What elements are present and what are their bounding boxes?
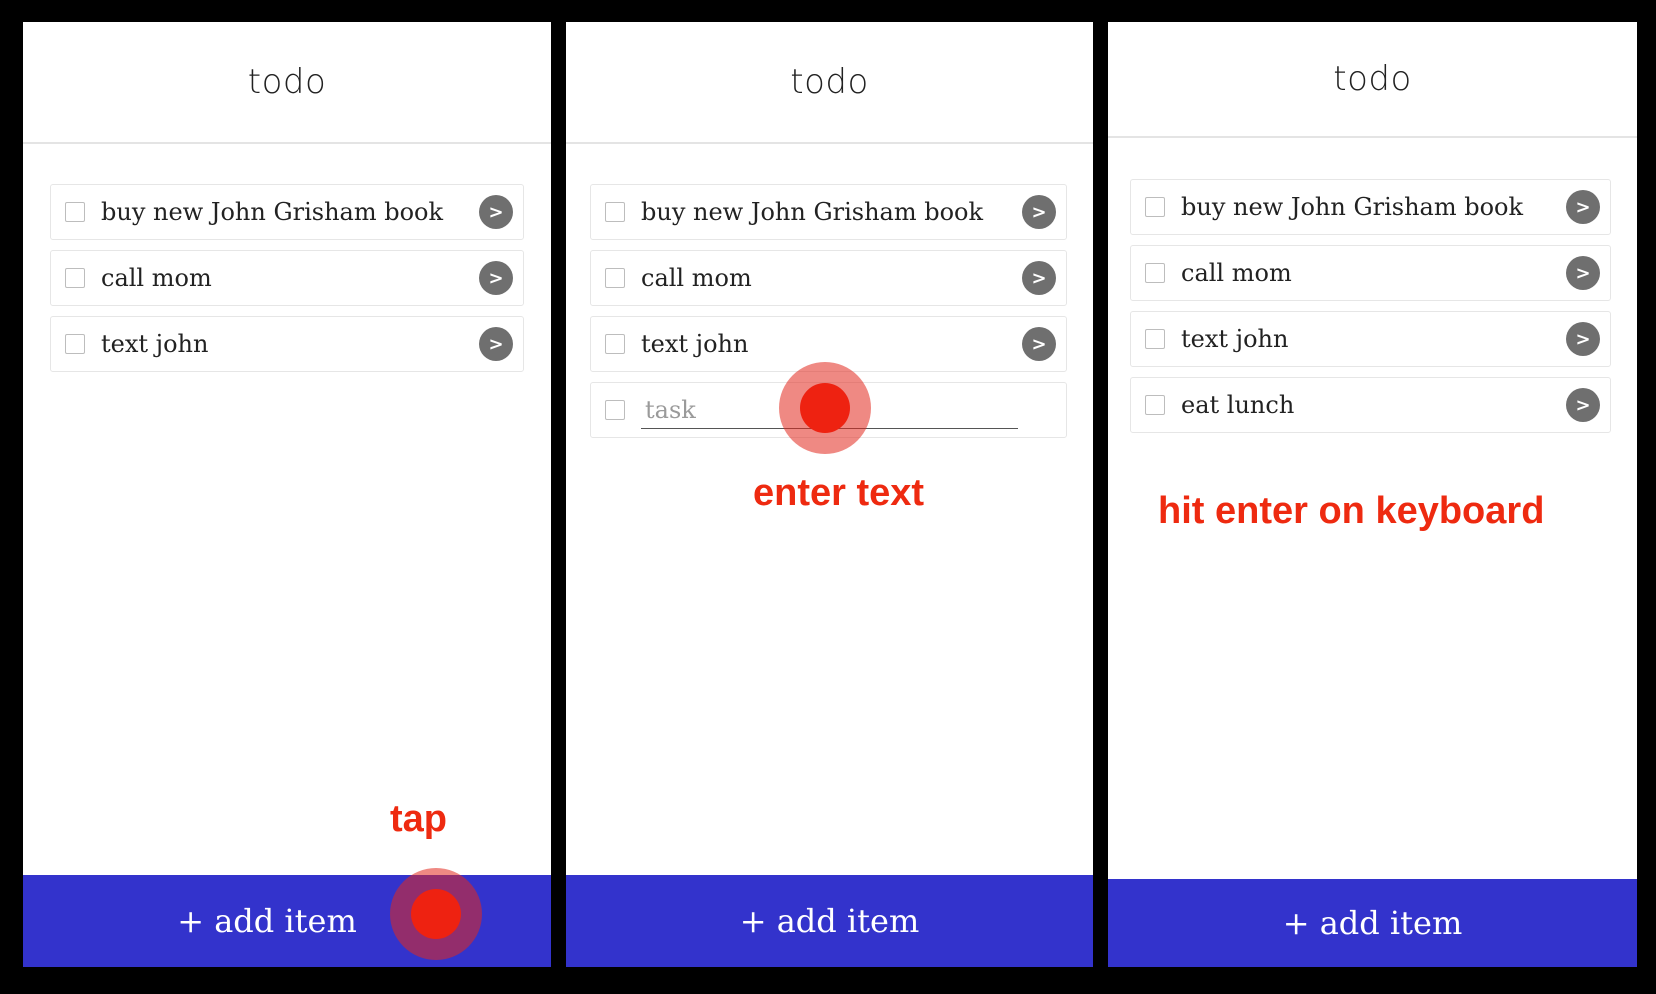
tap-indicator-core <box>411 889 461 939</box>
chevron-right-icon[interactable]: > <box>479 261 513 295</box>
todo-list: buy new John Grisham book > call mom > t… <box>1130 179 1611 443</box>
app-title: todo <box>790 62 869 102</box>
todo-list: buy new John Grisham book > call mom > t… <box>50 184 524 382</box>
item-label: eat lunch <box>1181 391 1295 419</box>
app-header: todo <box>566 22 1093 144</box>
tap-annotation: tap <box>390 798 447 840</box>
item-label: call mom <box>1181 259 1292 287</box>
item-label: buy new John Grisham book <box>641 198 984 226</box>
checkbox-icon[interactable] <box>1145 263 1165 283</box>
list-item[interactable]: buy new John Grisham book > <box>1130 179 1611 235</box>
checkbox-icon[interactable] <box>1145 395 1165 415</box>
checkbox-icon[interactable] <box>605 334 625 354</box>
list-item[interactable]: eat lunch > <box>1130 377 1611 433</box>
chevron-right-icon[interactable]: > <box>1566 190 1600 224</box>
tap-indicator-icon <box>779 362 871 454</box>
add-item-label: + add item <box>739 902 920 940</box>
todo-screen-1: todo buy new John Grisham book > call mo… <box>23 22 551 967</box>
chevron-right-icon[interactable]: > <box>479 195 513 229</box>
chevron-right-icon[interactable]: > <box>479 327 513 361</box>
list-item[interactable]: text john > <box>1130 311 1611 367</box>
list-item[interactable]: call mom > <box>50 250 524 306</box>
item-label: text john <box>641 330 749 358</box>
add-item-label: + add item <box>177 902 357 940</box>
list-item[interactable]: buy new John Grisham book > <box>590 184 1067 240</box>
item-label: call mom <box>101 264 212 292</box>
app-title: todo <box>247 62 327 102</box>
tutorial-stage: todo buy new John Grisham book > call mo… <box>0 0 1656 994</box>
add-item-button[interactable]: + add item <box>1108 879 1637 967</box>
chevron-right-icon[interactable]: > <box>1566 388 1600 422</box>
checkbox-icon[interactable] <box>605 400 625 420</box>
item-label: buy new John Grisham book <box>1181 193 1524 221</box>
app-title: todo <box>1333 59 1412 99</box>
list-item[interactable]: call mom > <box>590 250 1067 306</box>
chevron-right-icon[interactable]: > <box>1022 327 1056 361</box>
item-label: text john <box>101 330 209 358</box>
tap-indicator-icon <box>390 868 482 960</box>
checkbox-icon[interactable] <box>65 334 85 354</box>
add-item-button[interactable]: + add item <box>566 875 1093 967</box>
item-label: text john <box>1181 325 1289 353</box>
item-label: call mom <box>641 264 752 292</box>
item-label: buy new John Grisham book <box>101 198 444 226</box>
hit-enter-annotation: hit enter on keyboard <box>1158 490 1545 532</box>
list-item[interactable]: call mom > <box>1130 245 1611 301</box>
chevron-right-icon[interactable]: > <box>1022 195 1056 229</box>
tap-indicator-core <box>800 383 850 433</box>
checkbox-icon[interactable] <box>65 268 85 288</box>
enter-text-annotation: enter text <box>753 472 925 514</box>
list-item[interactable]: text john > <box>50 316 524 372</box>
list-item[interactable]: buy new John Grisham book > <box>50 184 524 240</box>
checkbox-icon[interactable] <box>1145 329 1165 349</box>
chevron-right-icon[interactable]: > <box>1022 261 1056 295</box>
app-header: todo <box>23 22 551 144</box>
checkbox-icon[interactable] <box>1145 197 1165 217</box>
checkbox-icon[interactable] <box>605 202 625 222</box>
checkbox-icon[interactable] <box>605 268 625 288</box>
checkbox-icon[interactable] <box>65 202 85 222</box>
chevron-right-icon[interactable]: > <box>1566 256 1600 290</box>
chevron-right-icon[interactable]: > <box>1566 322 1600 356</box>
add-item-label: + add item <box>1282 904 1463 942</box>
app-header: todo <box>1108 22 1637 138</box>
